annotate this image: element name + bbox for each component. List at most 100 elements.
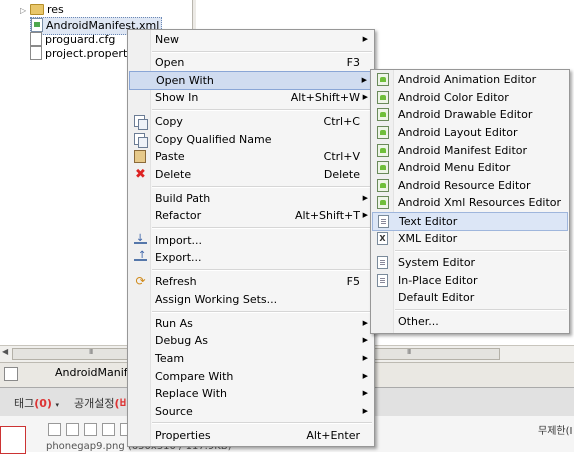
menu-item-android-xml-resources-editor[interactable]: Android Xml Resources Editor [371, 194, 569, 211]
paste-icon [134, 150, 146, 163]
android-editor-icon [377, 161, 389, 174]
menu-separator [152, 227, 372, 229]
align-left-icon[interactable] [48, 423, 61, 436]
menu-item-android-resource-editor[interactable]: Android Resource Editor [371, 177, 569, 194]
menu-item-label: Delete [155, 168, 192, 181]
menu-item-label: Debug As [155, 334, 208, 347]
menu-item-run-as[interactable]: Run As ▶ [128, 315, 374, 332]
submenu-arrow-icon: ▶ [361, 76, 367, 84]
menu-item-shortcut: Ctrl+V [323, 150, 360, 163]
menu-item-label: Android Animation Editor [398, 73, 537, 86]
menu-item-android-drawable-editor[interactable]: Android Drawable Editor [371, 106, 569, 123]
menu-item-label: Default Editor [398, 291, 475, 304]
menu-item-copy-qualified-name[interactable]: Copy Qualified Name [128, 131, 374, 148]
menu-item-source[interactable]: Source ▶ [128, 403, 374, 420]
system-editor-icon [377, 256, 388, 269]
public-setting-tab[interactable]: 공개설정(비 [74, 395, 130, 411]
public-setting-label: 공개설정 [74, 397, 115, 410]
menu-item-label: Other... [398, 315, 439, 328]
submenu-arrow-icon: ▶ [362, 354, 368, 362]
menu-item-label: Refresh [155, 275, 197, 288]
in-place-editor-icon [377, 274, 388, 287]
menu-item-label: Android Xml Resources Editor [398, 196, 562, 209]
menu-separator [395, 250, 567, 252]
menu-item-shortcut: Alt+Enter [306, 429, 360, 442]
menu-item-open-with[interactable]: Open With ▶ [129, 71, 373, 90]
editor-tab-icon [4, 367, 18, 381]
menu-item-label: Copy [155, 115, 183, 128]
menu-item-text-editor[interactable]: Text Editor [372, 212, 568, 231]
menu-item-label: Paste [155, 150, 185, 163]
copy-qualified-name-icon [134, 133, 148, 148]
submenu-arrow-icon: ▶ [362, 194, 368, 202]
menu-item-properties[interactable]: Properties Alt+Enter [128, 427, 374, 444]
menu-item-replace-with[interactable]: Replace With ▶ [128, 385, 374, 402]
menu-item-copy[interactable]: Copy Ctrl+C [128, 113, 374, 130]
submenu-arrow-icon: ▶ [362, 336, 368, 344]
menu-item-label: Run As [155, 317, 193, 330]
menu-item-import[interactable]: Import... [128, 230, 374, 249]
menu-item-label: Open [155, 56, 185, 69]
menu-item-compare-with[interactable]: Compare With ▶ [128, 368, 374, 385]
menu-item-label: Android Manifest Editor [398, 144, 528, 157]
menu-item-shortcut: Delete [323, 168, 360, 181]
menu-item-build-path[interactable]: Build Path ▶ [128, 190, 374, 207]
menu-item-new[interactable]: New ▶ [128, 31, 374, 48]
export-icon [134, 247, 147, 264]
submenu-arrow-icon: ▶ [362, 93, 368, 101]
menu-item-system-editor[interactable]: System Editor [371, 254, 569, 271]
import-icon [134, 230, 147, 247]
menu-item-label: Refactor [155, 209, 202, 222]
menu-separator [152, 422, 372, 424]
menu-separator [152, 109, 372, 111]
menu-item-debug-as[interactable]: Debug As ▶ [128, 332, 374, 349]
menu-item-export[interactable]: Export... [128, 247, 374, 266]
align-center-icon[interactable] [66, 423, 79, 436]
menu-item-android-layout-editor[interactable]: Android Layout Editor [371, 124, 569, 141]
menu-item-default-editor[interactable]: Default Editor [371, 289, 569, 306]
align-justify-icon[interactable] [102, 423, 115, 436]
menu-item-label: Source [155, 405, 193, 418]
file-icon [30, 32, 42, 46]
menu-item-delete[interactable]: ✖ Delete Delete [128, 166, 374, 183]
menu-item-label: Android Layout Editor [398, 126, 518, 139]
menu-item-label: New [155, 33, 179, 46]
menu-item-team[interactable]: Team ▶ [128, 350, 374, 367]
menu-item-xml-editor[interactable]: X XML Editor [371, 230, 569, 247]
menu-item-in-place-editor[interactable]: In-Place Editor [371, 272, 569, 289]
tree-item-res[interactable]: ▷ res [20, 2, 64, 18]
refresh-icon: ⟳ [135, 274, 146, 288]
tag-tab[interactable]: 태그(0) ▾ [14, 395, 59, 411]
menu-item-open[interactable]: Open F3 [128, 54, 374, 71]
context-menu: New ▶ Open F3 Open With ▶ Show In Alt+Sh… [127, 29, 375, 447]
scroll-left-arrow-icon[interactable]: ◀ [2, 347, 8, 356]
align-right-icon[interactable] [84, 423, 97, 436]
menu-item-label: Copy Qualified Name [155, 133, 272, 146]
image-thumbnail[interactable] [0, 426, 26, 454]
android-editor-icon [377, 196, 389, 209]
menu-item-show-in[interactable]: Show In Alt+Shift+W ▶ [128, 89, 374, 106]
menu-item-shortcut: F5 [346, 275, 360, 288]
menu-item-android-animation-editor[interactable]: Android Animation Editor [371, 71, 569, 88]
tag-tab-label: 태그 [14, 397, 35, 410]
menu-item-assign-working-sets[interactable]: Assign Working Sets... [128, 291, 374, 308]
open-with-submenu: Android Animation Editor Android Color E… [370, 69, 570, 334]
tree-item-project-properties[interactable]: project.properties [30, 46, 143, 62]
menu-item-label: Show In [155, 91, 199, 104]
menu-item-other[interactable]: Other... [371, 313, 569, 330]
expand-twisty-icon[interactable]: ▷ [20, 3, 30, 19]
copy-icon [134, 115, 148, 130]
delete-icon: ✖ [135, 167, 146, 182]
menu-item-shortcut: Alt+Shift+T [294, 209, 360, 222]
menu-item-label: Properties [155, 429, 211, 442]
menu-item-android-manifest-editor[interactable]: Android Manifest Editor [371, 142, 569, 159]
menu-item-label: Android Menu Editor [398, 161, 511, 174]
quota-label: 무제한(I [538, 426, 573, 437]
android-editor-icon [377, 179, 389, 192]
menu-item-paste[interactable]: Paste Ctrl+V [128, 148, 374, 165]
menu-item-refresh[interactable]: ⟳ Refresh F5 [128, 273, 374, 290]
menu-item-label: Export... [155, 251, 202, 264]
menu-item-refactor[interactable]: Refactor Alt+Shift+T ▶ [128, 207, 374, 224]
menu-item-android-menu-editor[interactable]: Android Menu Editor [371, 159, 569, 176]
menu-item-android-color-editor[interactable]: Android Color Editor [371, 89, 569, 106]
